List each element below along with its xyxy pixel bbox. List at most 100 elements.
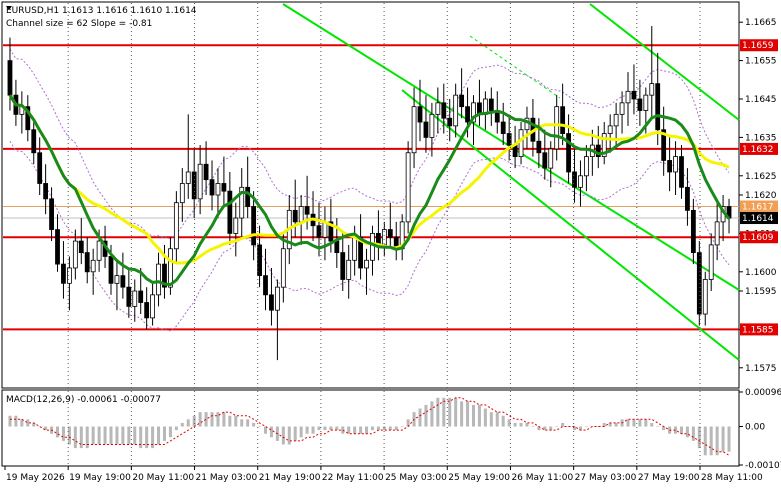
macd-bar: [228, 415, 232, 427]
time-tick-label: 28 May 11:00: [701, 473, 763, 483]
macd-bar: [281, 426, 285, 445]
macd-bar: [388, 426, 392, 431]
candle-body: [560, 106, 566, 134]
macd-bar: [543, 426, 547, 431]
candle-body: [72, 240, 78, 269]
candle-body: [708, 244, 714, 280]
trend-channel[interactable]: [282, 3, 740, 361]
macd-bar: [513, 422, 517, 427]
level-label: 1.1585: [742, 325, 774, 335]
candle-body: [387, 229, 393, 238]
candle-body: [298, 206, 304, 223]
macd-bar: [240, 419, 244, 427]
macd-bar: [192, 415, 196, 427]
candle-body: [518, 129, 524, 158]
candle-body: [613, 113, 619, 127]
macd-bar: [424, 404, 428, 427]
macd-bar: [477, 404, 481, 427]
candle-body: [245, 186, 251, 207]
macd-bar: [258, 426, 262, 428]
macd-bar: [697, 426, 701, 449]
macd-bar: [626, 419, 630, 427]
macd-bar: [305, 426, 309, 434]
macd-bar: [495, 412, 499, 427]
level-label: 1.1609: [742, 233, 774, 243]
macd-bar: [483, 408, 487, 427]
horizontal-levels[interactable]: [3, 44, 739, 331]
candle-body: [649, 83, 655, 96]
price-tick-label: 1.1625: [745, 172, 777, 182]
macd-bar: [26, 419, 30, 427]
candle-body: [607, 125, 613, 134]
macd-bar: [721, 426, 725, 452]
macd-bar: [353, 426, 357, 434]
macd-bar: [79, 426, 83, 449]
channel-lower-line[interactable]: [401, 89, 740, 361]
candle-body: [453, 94, 459, 127]
macd-bar: [299, 426, 303, 438]
candle-body: [554, 106, 560, 150]
candle-body: [346, 259, 352, 280]
macd-bar: [293, 426, 297, 441]
candle-body: [619, 102, 625, 115]
candle-body: [536, 140, 542, 154]
candle-body: [679, 156, 684, 188]
candle-body: [221, 183, 227, 192]
candle-body: [173, 202, 179, 250]
macd-bar: [216, 412, 220, 427]
candle-body: [292, 209, 298, 223]
macd-tick-label: 0.00: [745, 423, 765, 433]
macd-bar: [323, 426, 327, 431]
macd-bar: [727, 426, 731, 452]
price-tick-label: 1.1665: [745, 18, 777, 28]
macd-bar: [376, 426, 380, 431]
macd-bar: [204, 412, 208, 427]
candle-body: [227, 190, 233, 234]
candle-body: [696, 252, 702, 315]
macd-bar: [531, 426, 535, 428]
macd-bar: [8, 415, 12, 427]
candle-body: [274, 286, 280, 311]
channel-info: Channel size = 62 Slope = -0.81: [6, 19, 152, 29]
candle-body: [96, 240, 102, 261]
channel-upper-line[interactable]: [589, 3, 740, 121]
candle-body: [465, 106, 470, 123]
macd-bar: [287, 426, 291, 445]
candle-body: [702, 279, 708, 315]
macd-bar: [73, 426, 77, 449]
macd-bar: [584, 426, 588, 428]
candle-body: [126, 286, 132, 307]
candle-body: [114, 275, 120, 284]
time-tick-label: 22 May 11:00: [322, 473, 384, 483]
macd-tick-label: -0.00107: [745, 461, 781, 471]
candle-body: [667, 160, 673, 173]
candle-body: [150, 294, 155, 319]
candle-body: [280, 248, 286, 288]
macd-bar: [127, 426, 131, 445]
price-chart[interactable]: 1.1665 1.1655 1.1645 1.1635 1.1625 1.1620 1.16…: [0, 0, 781, 489]
bid-label: 1.1614: [742, 214, 774, 224]
macd-bar: [602, 422, 606, 427]
price-tick-label: 1.1655: [745, 57, 777, 67]
macd-bar: [180, 422, 184, 427]
macd-bar: [234, 415, 238, 427]
macd-bar: [614, 422, 618, 427]
macd-bar: [644, 419, 648, 427]
candle-body: [631, 90, 637, 100]
candle-body: [203, 163, 209, 181]
ask-label: 1.1617: [742, 203, 774, 213]
macd-bar: [525, 422, 529, 427]
macd-tick-label: 0.00096: [745, 388, 781, 398]
candles[interactable]: [7, 26, 732, 361]
candle-body: [179, 183, 185, 204]
macd-bar: [198, 412, 202, 427]
macd-bar: [56, 426, 60, 438]
candle-body: [37, 152, 43, 184]
macd-label: MACD(12,26,9) -0.00061 -0.00077: [6, 395, 161, 405]
candle-body: [584, 156, 589, 177]
macd-bar: [370, 426, 374, 431]
macd-bar: [460, 401, 464, 427]
candle-body: [78, 240, 84, 254]
candle-body: [197, 163, 203, 200]
macd-bar: [501, 415, 505, 427]
